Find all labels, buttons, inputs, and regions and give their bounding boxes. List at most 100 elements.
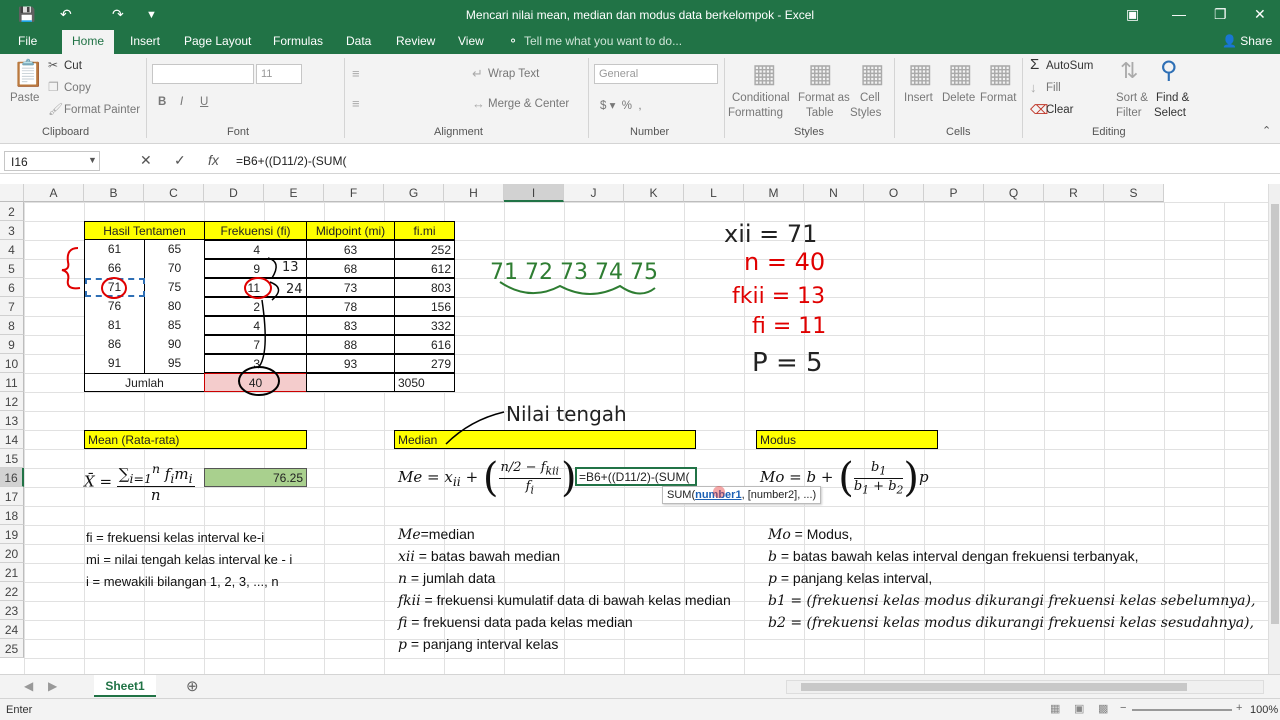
header-fimi[interactable]: fi.mi (394, 221, 455, 240)
row-header-25[interactable]: 25 (0, 639, 24, 658)
zoom-slider[interactable] (1132, 709, 1232, 711)
total-fimi[interactable]: 3050 (394, 373, 455, 392)
sort-filter-button[interactable]: Sort & (1116, 92, 1148, 104)
currency-button[interactable]: $ ▾ % , (600, 98, 642, 112)
name-box[interactable]: I16 (4, 151, 100, 171)
name-box-dropdown-icon[interactable]: ▼ (88, 155, 97, 165)
table-cell-midpoint[interactable]: 63 (306, 240, 395, 259)
cut-button[interactable]: Cut (64, 60, 82, 72)
scroll-next-sheet-icon[interactable]: ▶ (48, 679, 57, 693)
page-layout-view-icon[interactable]: ▣ (1074, 702, 1084, 715)
tab-review[interactable]: Review (396, 34, 435, 48)
table-cell-fimi[interactable]: 252 (394, 240, 455, 259)
column-header-l[interactable]: L (684, 184, 744, 202)
tab-formulas[interactable]: Formulas (273, 34, 323, 48)
row-header-11[interactable]: 11 (0, 373, 24, 392)
table-cell-midpoint[interactable]: 88 (306, 335, 395, 354)
tab-data[interactable]: Data (346, 34, 371, 48)
merge-center-button[interactable]: Merge & Center (488, 98, 569, 110)
row-header-3[interactable]: 3 (0, 221, 24, 240)
modus-legend-item[interactable]: p = panjang kelas interval, (768, 570, 932, 587)
table-cell-lower-bound[interactable]: 86 (84, 335, 145, 354)
row-header-4[interactable]: 4 (0, 240, 24, 259)
median-legend-item[interactable]: fi = frekuensi data pada kelas median (398, 614, 633, 631)
row-header-17[interactable]: 17 (0, 487, 24, 506)
column-header-p[interactable]: P (924, 184, 984, 202)
row-header-6[interactable]: 6 (0, 278, 24, 297)
bold-button[interactable]: B (158, 96, 166, 108)
format-cells-button[interactable]: Format (980, 92, 1016, 104)
tab-page-layout[interactable]: Page Layout (184, 34, 251, 48)
table-cell-fimi[interactable]: 279 (394, 354, 455, 373)
delete-cells-button[interactable]: Delete (942, 92, 975, 104)
font-size-dropdown[interactable]: 11 (256, 64, 302, 84)
row-header-21[interactable]: 21 (0, 563, 24, 582)
row-header-2[interactable]: 2 (0, 202, 24, 221)
editing-cell-i16[interactable]: =B6+((D11/2)-(SUM( (575, 467, 697, 486)
header-hasil-tentamen[interactable]: Hasil Tentamen (84, 221, 205, 240)
table-cell-lower-bound[interactable]: 76 (84, 297, 145, 316)
modus-legend-item[interactable]: b = batas bawah kelas interval dengan fr… (768, 548, 1138, 565)
row-header-8[interactable]: 8 (0, 316, 24, 335)
column-header-i[interactable]: I (504, 184, 564, 202)
table-cell-upper-bound[interactable]: 75 (144, 278, 205, 297)
paste-button[interactable]: Paste (10, 92, 39, 104)
header-frekuensi[interactable]: Frekuensi (fi) (204, 221, 307, 240)
find-select-button[interactable]: Find & (1156, 92, 1189, 104)
table-cell-frequency[interactable]: 7 (204, 335, 307, 354)
median-legend-item[interactable]: n = jumlah data (398, 570, 495, 587)
column-header-k[interactable]: K (624, 184, 684, 202)
vertical-scroll-thumb[interactable] (1271, 204, 1279, 624)
enter-icon[interactable]: ✓ (174, 152, 186, 169)
page-break-view-icon[interactable]: ▩ (1098, 702, 1108, 715)
column-header-f[interactable]: F (324, 184, 384, 202)
modus-legend-item[interactable]: b1 = (frekuensi kelas modus dikurangi fr… (768, 592, 1255, 609)
table-cell-fimi[interactable]: 612 (394, 259, 455, 278)
row-header-7[interactable]: 7 (0, 297, 24, 316)
align-top-icon[interactable]: ≡ (352, 66, 360, 81)
mean-header[interactable]: Mean (Rata-rata) (84, 430, 307, 449)
row-header-5[interactable]: 5 (0, 259, 24, 278)
modus-legend-item[interactable]: Mo = Modus, (768, 526, 853, 543)
row-header-12[interactable]: 12 (0, 392, 24, 411)
restore-icon[interactable]: ❐ (1214, 6, 1227, 23)
format-as-table-button[interactable]: Format as (798, 92, 850, 104)
median-legend-item[interactable]: xii = batas bawah median (398, 548, 560, 565)
tab-insert[interactable]: Insert (130, 34, 160, 48)
tab-file[interactable]: File (18, 34, 37, 48)
select-all-corner[interactable] (0, 184, 24, 202)
minimize-icon[interactable]: — (1172, 6, 1186, 22)
median-legend-item[interactable]: Me=median (398, 526, 475, 543)
underline-button[interactable]: U (200, 96, 208, 108)
modus-header[interactable]: Modus (756, 430, 938, 449)
row-header-18[interactable]: 18 (0, 506, 24, 525)
median-header[interactable]: Median (394, 430, 696, 449)
table-cell-fimi[interactable]: 332 (394, 316, 455, 335)
table-cell-midpoint[interactable]: 83 (306, 316, 395, 335)
normal-view-icon[interactable]: ▦ (1050, 702, 1060, 715)
zoom-level[interactable]: 100% (1250, 704, 1278, 716)
tab-home[interactable]: Home (62, 30, 115, 54)
row-header-13[interactable]: 13 (0, 411, 24, 430)
column-header-s[interactable]: S (1104, 184, 1164, 202)
column-header-q[interactable]: Q (984, 184, 1044, 202)
column-header-d[interactable]: D (204, 184, 264, 202)
total-frequency[interactable]: 40 (204, 373, 307, 392)
add-sheet-icon[interactable]: ⊕ (186, 677, 199, 695)
row-header-19[interactable]: 19 (0, 525, 24, 544)
table-cell-midpoint[interactable]: 78 (306, 297, 395, 316)
row-header-14[interactable]: 14 (0, 430, 24, 449)
tell-me-search[interactable]: Tell me what you want to do... (524, 34, 682, 48)
table-cell-upper-bound[interactable]: 95 (144, 354, 205, 373)
mean-legend-mi[interactable]: mi = nilai tengah kelas interval ke - i (86, 552, 292, 567)
column-header-g[interactable]: G (384, 184, 444, 202)
row-header-24[interactable]: 24 (0, 620, 24, 639)
total-midpoint-empty[interactable] (306, 373, 395, 392)
clear-button[interactable]: Clear (1046, 104, 1073, 116)
table-cell-lower-bound[interactable]: 66 (84, 259, 145, 278)
row-header-23[interactable]: 23 (0, 601, 24, 620)
column-header-e[interactable]: E (264, 184, 324, 202)
median-legend-item[interactable]: p = panjang interval kelas (398, 636, 558, 653)
cancel-icon[interactable]: ✕ (140, 152, 152, 169)
table-cell-lower-bound[interactable]: 81 (84, 316, 145, 335)
